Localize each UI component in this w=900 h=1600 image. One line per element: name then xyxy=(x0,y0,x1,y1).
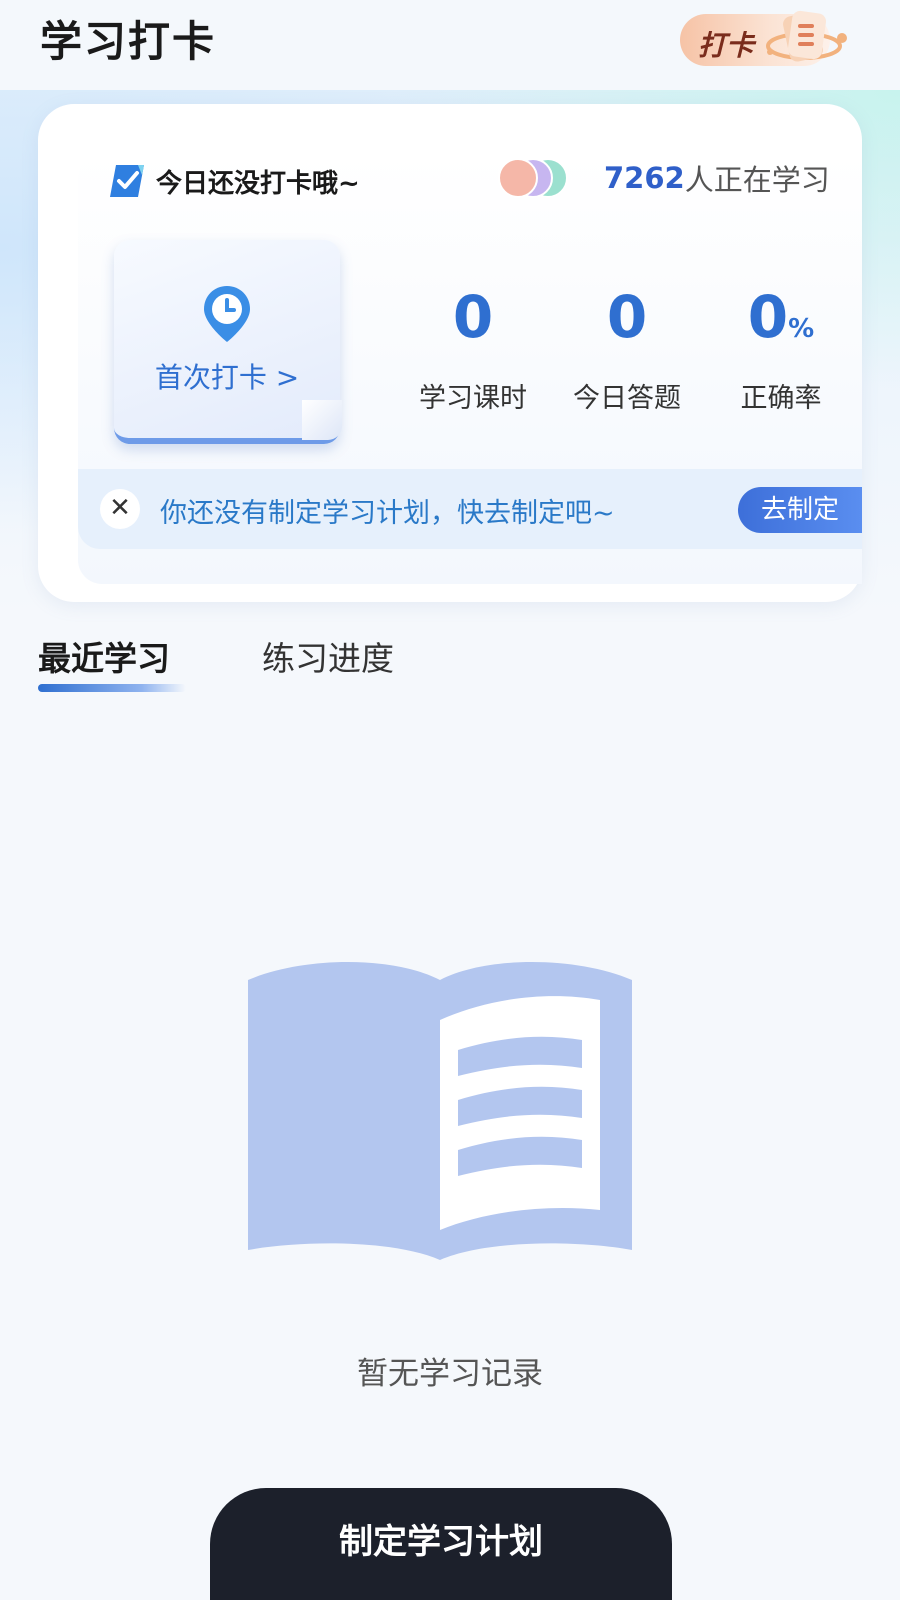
stat-value: 0 xyxy=(606,283,648,351)
stat-value: 0 xyxy=(747,283,789,351)
today-status-text: 今日还没打卡哦~ xyxy=(156,168,360,199)
stat-unit: % xyxy=(788,314,815,344)
tab-practice-progress[interactable]: 练习进度 xyxy=(262,632,394,680)
paper-fold xyxy=(302,400,342,440)
avatar xyxy=(498,158,538,198)
stat-today-answers: 0 今日答题 xyxy=(547,282,707,415)
today-status: 今日还没打卡哦~ xyxy=(108,156,360,206)
first-checkin-button[interactable]: 首次打卡 > xyxy=(114,240,342,444)
stat-accuracy: 0% 正确率 xyxy=(701,282,861,415)
learner-count: 7262 xyxy=(604,161,685,195)
checkin-badge[interactable]: 打卡 xyxy=(680,8,860,68)
empty-state-text: 暂无学习记录 xyxy=(357,1356,543,1392)
close-icon: ✕ xyxy=(109,493,131,523)
ticket-check-icon xyxy=(110,165,144,197)
tab-recent-study[interactable]: 最近学习 xyxy=(38,632,170,680)
checkin-badge-label: 打卡 xyxy=(698,29,755,62)
open-book-icon xyxy=(248,962,632,1260)
learners-info: 7262 人正在学习 xyxy=(498,150,830,206)
first-checkin-label: 首次打卡 > xyxy=(154,361,300,394)
page: 学习打卡 打卡 今日还没打卡哦~ 7262 人正在学习 首次打卡 > 0 学习课… xyxy=(0,0,900,1600)
header: 学习打卡 打卡 xyxy=(0,0,900,90)
page-title: 学习打卡 xyxy=(40,17,217,66)
plan-reminder-text: 你还没有制定学习计划，快去制定吧~ xyxy=(160,498,615,529)
stat-label: 今日答题 xyxy=(573,383,681,414)
learner-suffix: 人正在学习 xyxy=(684,163,830,197)
checkin-card: 今日还没打卡哦~ 7262 人正在学习 首次打卡 > 0 学习课时 0 今日答题… xyxy=(38,104,862,602)
stat-label: 正确率 xyxy=(740,383,822,414)
active-tab-indicator xyxy=(38,684,186,692)
go-make-plan-button[interactable]: 去制定 xyxy=(738,487,862,533)
clock-pin-icon xyxy=(204,286,250,342)
make-study-plan-button[interactable]: 制定学习计划 xyxy=(210,1488,672,1600)
stat-value: 0 xyxy=(452,283,494,351)
plan-reminder-bar: ✕ 你还没有制定学习计划，快去制定吧~ 去制定 xyxy=(78,469,862,549)
stat-label: 学习课时 xyxy=(419,383,527,414)
calendar-stack-icon xyxy=(766,10,847,62)
stat-study-hours: 0 学习课时 xyxy=(393,282,553,415)
learner-avatars xyxy=(498,156,598,200)
close-reminder-button[interactable]: ✕ xyxy=(100,489,140,529)
